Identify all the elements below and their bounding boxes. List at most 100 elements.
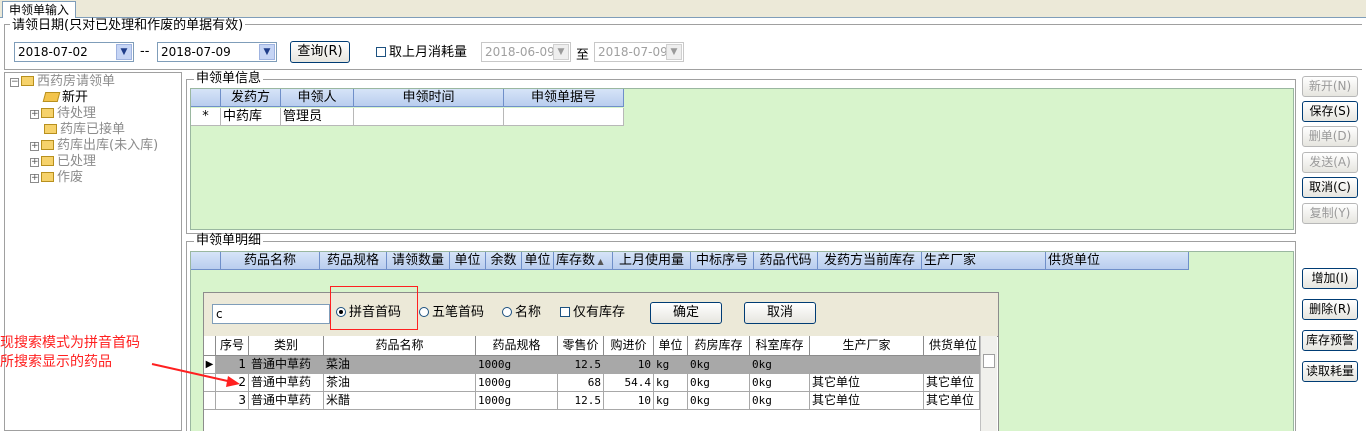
tree-item-voided[interactable]: + 作废 [30, 170, 83, 186]
chevron-down-icon[interactable]: ▼ [259, 44, 275, 60]
result-cell[interactable]: 0kg [750, 356, 810, 374]
result-col-header[interactable]: 药品规格 [476, 336, 558, 356]
detail-col-header[interactable]: 生产厂家 [922, 252, 1046, 270]
scrollbar-thumb[interactable] [983, 354, 995, 368]
tree-item-pending[interactable]: + 待处理 [30, 106, 96, 122]
expand-icon[interactable]: + [30, 158, 39, 167]
result-col-header[interactable]: 药品名称 [324, 336, 476, 356]
expand-icon[interactable]: + [30, 142, 39, 151]
result-cell[interactable]: 普通中草药 [249, 374, 324, 392]
result-cell[interactable]: 其它单位 [810, 374, 924, 392]
info-col-header[interactable]: 申领单据号 [504, 89, 624, 107]
result-cell[interactable]: 68 [558, 374, 604, 392]
result-cell[interactable]: 1000g [476, 392, 558, 410]
cancel-button[interactable]: 取消(C) [1302, 177, 1358, 198]
result-col-header[interactable]: 类别 [249, 336, 324, 356]
result-cell[interactable]: 3 [216, 392, 249, 410]
result-col-header[interactable]: 零售价 [558, 336, 604, 356]
result-col-header[interactable]: 药房库存 [688, 336, 750, 356]
detail-col-header[interactable]: 单位 [450, 252, 486, 270]
info-col-header[interactable]: 申领人 [281, 89, 354, 107]
result-cell[interactable]: 12.5 [558, 356, 604, 374]
detail-col-header[interactable]: 单位 [522, 252, 554, 270]
radio-wubi[interactable]: 五笔首码 [419, 305, 484, 321]
result-cell[interactable]: 54.4 [604, 374, 654, 392]
to-date-picker[interactable]: 2018-07-09 ▼ [157, 42, 277, 62]
checkbox-box[interactable] [376, 47, 386, 57]
checkbox-box[interactable] [560, 307, 570, 317]
detail-col-header[interactable]: 请领数量 [387, 252, 450, 270]
tree-item-outbound[interactable]: + 药库出库(未入库) [30, 138, 158, 154]
result-cell[interactable]: 0kg [750, 392, 810, 410]
radio-icon[interactable] [419, 307, 429, 317]
info-cell-time[interactable] [354, 108, 504, 126]
add-item-button[interactable]: 增加(I) [1302, 268, 1358, 289]
tree-item-new[interactable]: 新开 [42, 90, 88, 106]
delete-order-button[interactable]: 删单(D) [1302, 126, 1358, 147]
info-col-header[interactable]: 发药方 [221, 89, 281, 107]
detail-col-header[interactable]: 余数 [486, 252, 522, 270]
info-col-header[interactable]: 申领时间 [354, 89, 504, 107]
result-cell[interactable]: 0kg [688, 392, 750, 410]
last-month-to-picker[interactable]: 2018-07-09 ▼ [594, 42, 684, 62]
collapse-icon[interactable]: − [10, 78, 19, 87]
info-cell-number[interactable] [504, 108, 624, 126]
detail-col-header[interactable]: 发药方当前库存 [818, 252, 922, 270]
result-cell[interactable] [810, 356, 924, 374]
result-cell[interactable]: kg [654, 374, 688, 392]
tree-item-processed[interactable]: + 已处理 [30, 154, 96, 170]
result-cell[interactable]: 米醋 [324, 392, 476, 410]
result-cell[interactable]: 菜油 [324, 356, 476, 374]
detail-col-header[interactable]: 药品名称 [221, 252, 320, 270]
result-cell[interactable]: 其它单位 [924, 392, 980, 410]
result-cell[interactable]: 1000g [476, 374, 558, 392]
result-cell[interactable]: 其它单位 [810, 392, 924, 410]
read-consumption-button[interactable]: 读取耗量 [1302, 361, 1358, 382]
radio-icon[interactable] [502, 307, 512, 317]
result-cell[interactable]: kg [654, 356, 688, 374]
result-cell[interactable]: 10 [604, 392, 654, 410]
stock-alert-button[interactable]: 库存预警 [1302, 330, 1358, 351]
info-cell-applicant[interactable]: 管理员 [281, 108, 354, 126]
result-cell[interactable]: 12.5 [558, 392, 604, 410]
result-col-header[interactable]: 序号 [216, 336, 249, 356]
result-col-header[interactable]: 购进价 [604, 336, 654, 356]
detail-col-header[interactable]: 药品规格 [320, 252, 387, 270]
new-button[interactable]: 新开(N) [1302, 76, 1358, 97]
result-col-header[interactable]: 单位 [654, 336, 688, 356]
result-cell[interactable]: 1000g [476, 356, 558, 374]
result-cell[interactable]: 10 [604, 356, 654, 374]
result-col-header[interactable]: 生产厂家 [810, 336, 924, 356]
expand-icon[interactable]: + [30, 174, 39, 183]
chevron-down-icon[interactable]: ▼ [666, 44, 682, 60]
result-cell[interactable]: 0kg [688, 356, 750, 374]
tree-item-accepted[interactable]: 药库已接单 [44, 122, 125, 138]
result-cell[interactable]: 茶油 [324, 374, 476, 392]
send-button[interactable]: 发送(A) [1302, 152, 1358, 173]
tree-root[interactable]: − 西药房请领单 [10, 74, 115, 90]
result-cell[interactable]: 0kg [688, 374, 750, 392]
confirm-button[interactable]: 确定 [650, 302, 722, 324]
detail-col-header-stock[interactable]: 库存数 ▲ [554, 252, 613, 270]
tab-requisition-input[interactable]: 申领单输入 [2, 1, 77, 18]
result-cell[interactable]: 普通中草药 [249, 392, 324, 410]
detail-col-header[interactable]: 上月使用量 [613, 252, 691, 270]
from-date-picker[interactable]: 2018-07-02 ▼ [14, 42, 134, 62]
query-button[interactable]: 查询(R) [290, 41, 350, 63]
result-cell[interactable]: 0kg [750, 374, 810, 392]
last-month-checkbox[interactable]: 取上月消耗量 [376, 45, 467, 61]
save-button[interactable]: 保存(S) [1302, 101, 1358, 122]
info-cell-dispenser[interactable]: 中药库 [221, 108, 281, 126]
result-cell[interactable]: kg [654, 392, 688, 410]
result-cell[interactable] [924, 356, 980, 374]
copy-button[interactable]: 复制(Y) [1302, 203, 1358, 224]
last-month-from-picker[interactable]: 2018-06-09 ▼ [481, 42, 571, 62]
chevron-down-icon[interactable]: ▼ [116, 44, 132, 60]
result-col-header[interactable]: 供货单位 [924, 336, 980, 356]
remove-item-button[interactable]: 删除(R) [1302, 299, 1358, 320]
detail-col-header[interactable]: 中标序号 [691, 252, 754, 270]
result-col-header[interactable]: 科室库存 [750, 336, 810, 356]
chevron-down-icon[interactable]: ▼ [553, 44, 569, 60]
stock-only-checkbox[interactable]: 仅有库存 [560, 305, 625, 321]
detail-col-header[interactable]: 供货单位 [1046, 252, 1189, 270]
